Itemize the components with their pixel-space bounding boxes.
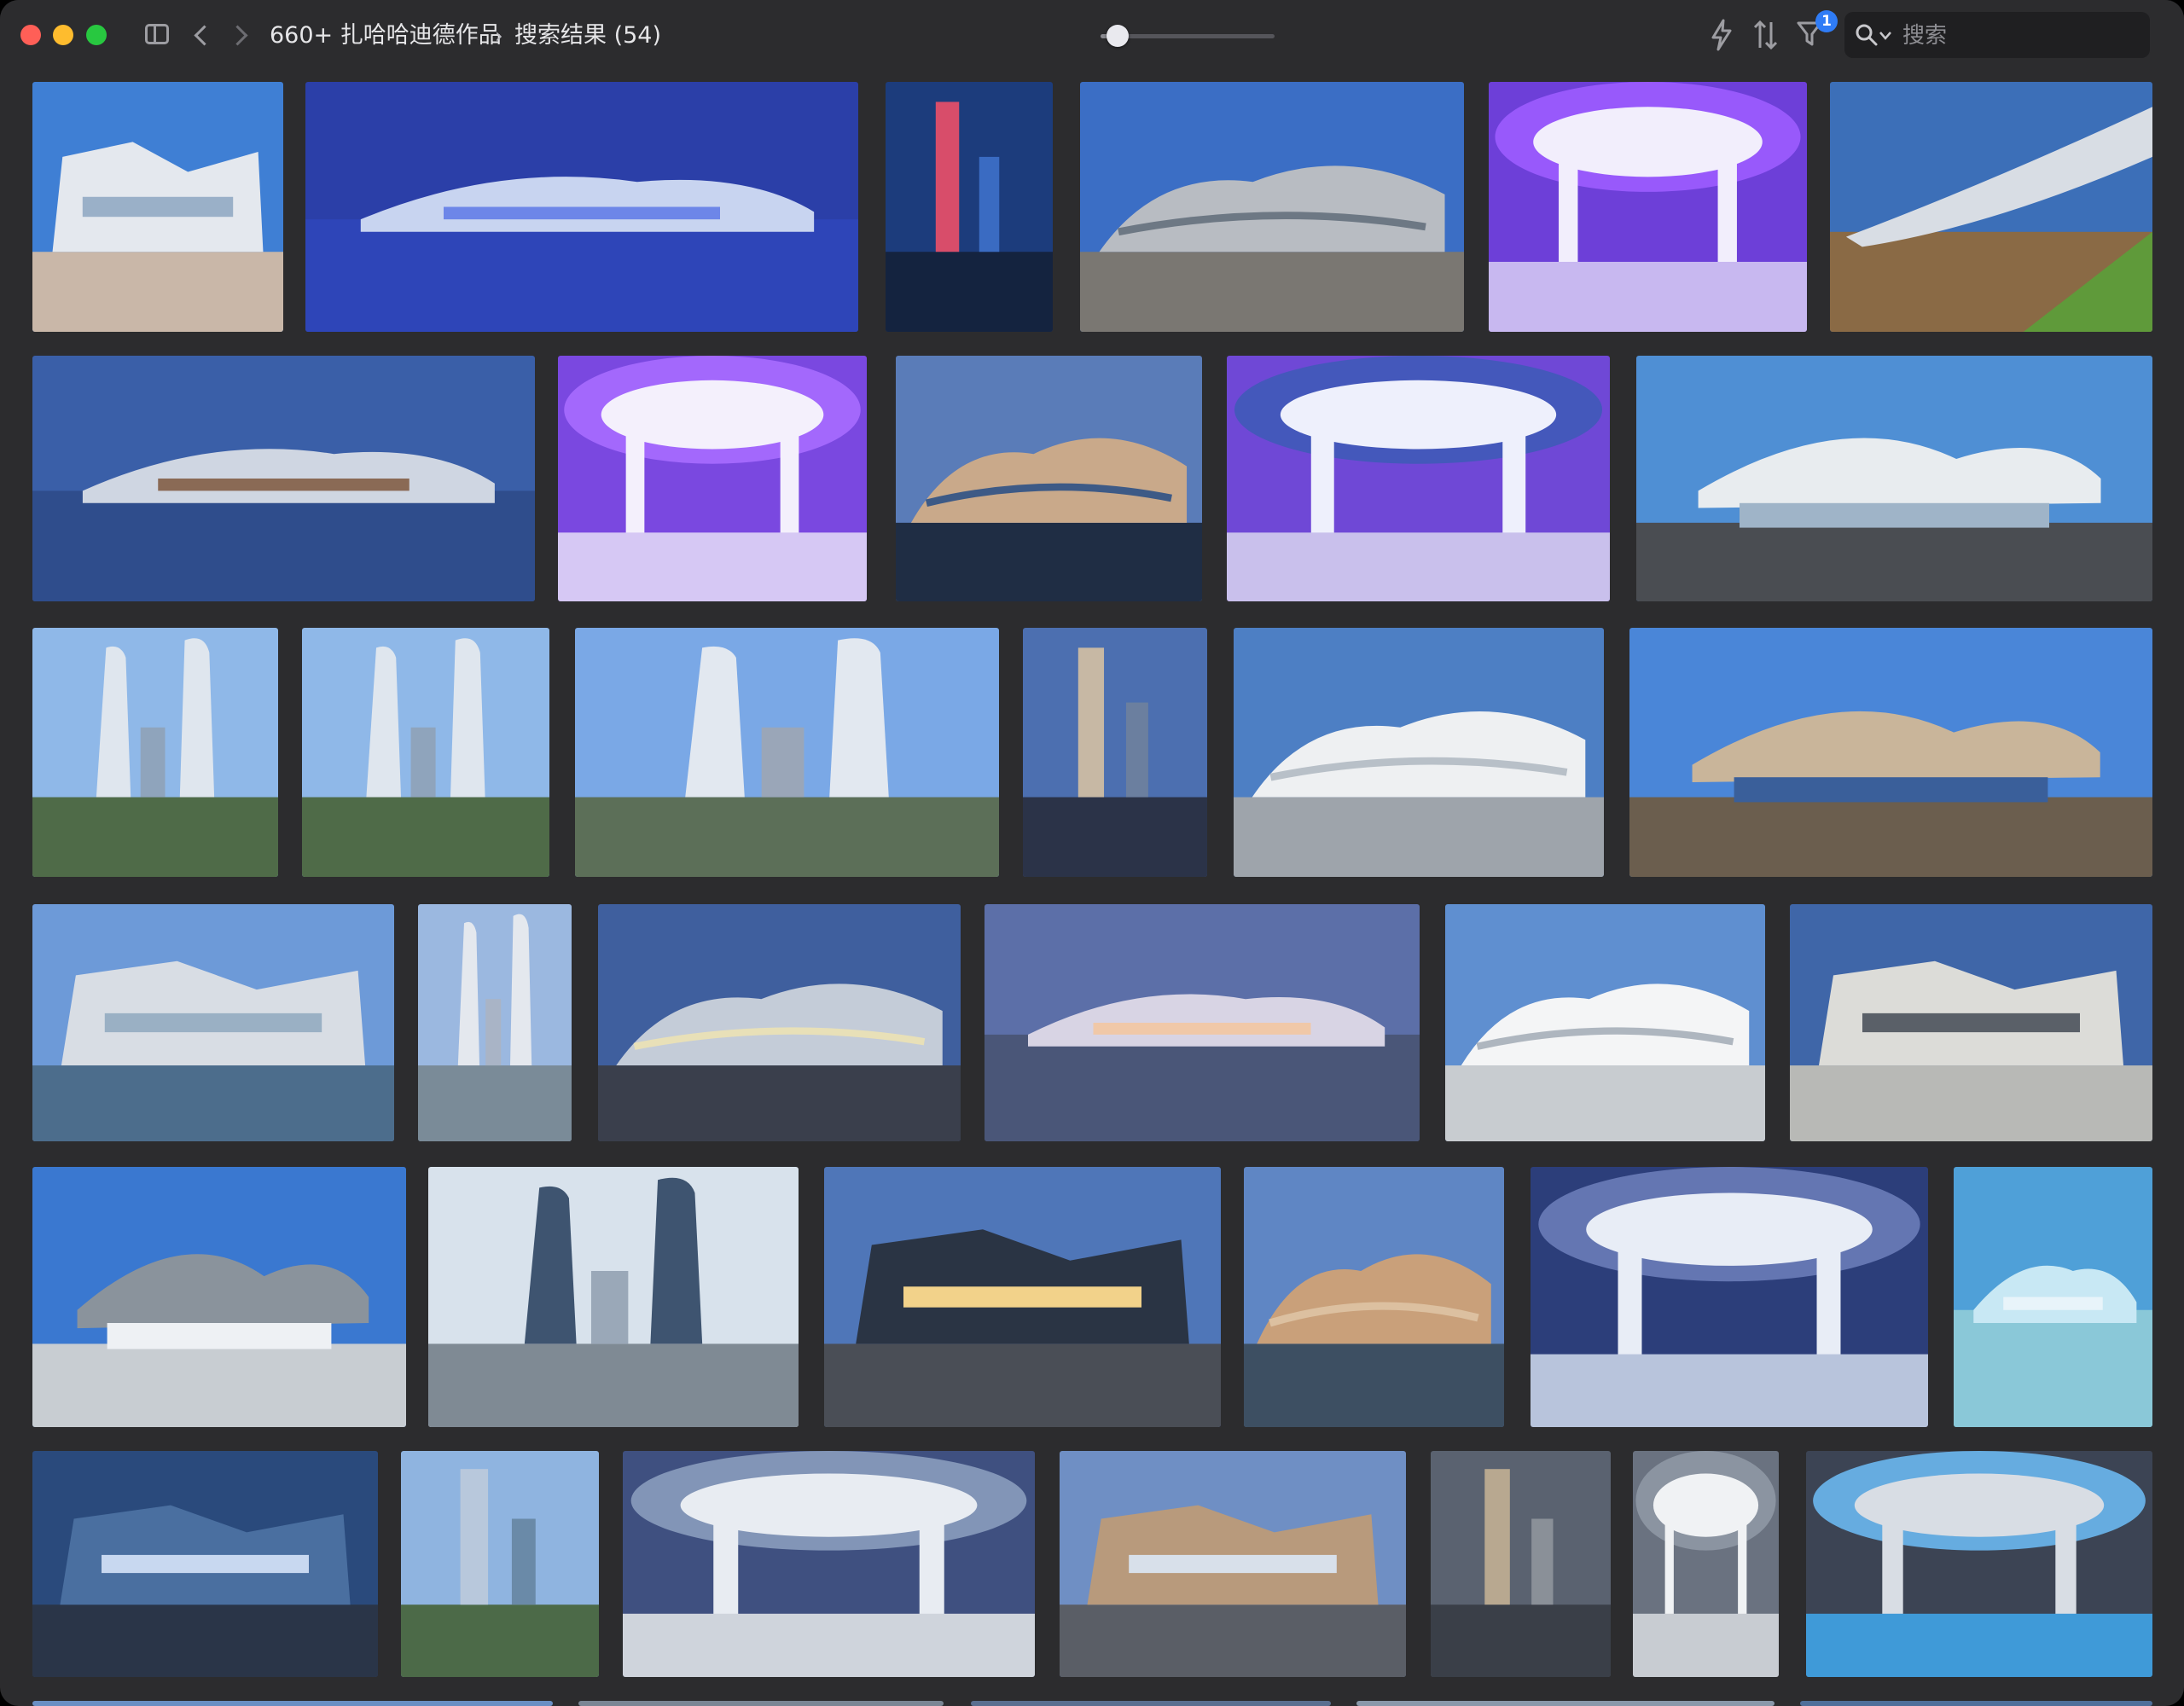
- thumbnail-glass-void-building[interactable]: [32, 1451, 378, 1677]
- chevron-down-icon[interactable]: [1879, 31, 1892, 41]
- thumbnail-twin-towers-park-b[interactable]: [302, 628, 549, 877]
- breadcrumb-search-results: 搜索结果 (54): [514, 22, 662, 49]
- thumbnail-night-snow-pavilion[interactable]: [305, 82, 858, 332]
- thumbnail-silver-museum-river[interactable]: [32, 904, 394, 1141]
- thumbnail-maxxi-museum[interactable]: [1790, 904, 2152, 1141]
- thumbnail-white-angular-building-day[interactable]: [32, 82, 283, 332]
- thumbnail-next-row[interactable]: [1800, 1701, 2152, 1706]
- thumbnail-port-house-antwerp[interactable]: [1060, 1451, 1406, 1677]
- thumbnail-white-blob-buildings[interactable]: [1445, 904, 1765, 1141]
- zoom-slider-thumb[interactable]: [1107, 25, 1130, 47]
- thumbnail-ski-jump-tower-night[interactable]: [886, 82, 1053, 332]
- search-input[interactable]: [1901, 19, 2143, 53]
- thumbnail-wave-building-blue-sky[interactable]: [1234, 628, 1604, 877]
- sort-icon[interactable]: [1752, 19, 1780, 51]
- thumbnail-twin-towers-wide[interactable]: [575, 628, 999, 877]
- thumbnail-ice-glass-facade[interactable]: [1954, 1167, 2152, 1427]
- thumbnail-next-row[interactable]: [578, 1701, 944, 1706]
- thumbnail-white-fluid-interior[interactable]: [1531, 1167, 1928, 1427]
- back-icon[interactable]: [194, 25, 215, 46]
- thumbnail-aquatics-pool-interior[interactable]: [1806, 1451, 2152, 1677]
- thumbnail-white-canopy-station[interactable]: [1636, 356, 2152, 601]
- forward-icon[interactable]: [227, 25, 248, 46]
- thumbnail-cantilever-library-dusk[interactable]: [824, 1167, 1221, 1427]
- thumbnail-aviation-gallery-purple[interactable]: [1227, 356, 1610, 601]
- title-bar: 660+ 扎哈哈迪德作品 › 搜索结果 (54) 1: [0, 0, 2184, 72]
- minimize-window-button[interactable]: [53, 25, 73, 45]
- breadcrumb-separator: ›: [495, 24, 503, 48]
- app-window: 660+ 扎哈哈迪德作品 › 搜索结果 (54) 1: [0, 0, 2184, 1706]
- thumbnail-bridge-pavilion-river[interactable]: [1830, 82, 2152, 332]
- thumbnail-next-row[interactable]: [971, 1701, 1331, 1706]
- thumbnail-curved-building-dusk-water[interactable]: [896, 356, 1202, 601]
- thumbnail-next-row[interactable]: [1356, 1701, 1774, 1706]
- search-icon: [1856, 24, 1878, 46]
- thumbnail-white-curved-hall[interactable]: [1633, 1451, 1779, 1677]
- thumbnail-purple-lit-interior[interactable]: [1489, 82, 1807, 332]
- close-window-button[interactable]: [20, 25, 41, 45]
- thumbnail-vaulted-station-interior[interactable]: [623, 1451, 1035, 1677]
- thumbnail-purple-gallery-columns[interactable]: [558, 356, 867, 601]
- lightning-icon[interactable]: [1710, 19, 1734, 51]
- thumbnail-titanium-museum-river[interactable]: [1244, 1167, 1504, 1427]
- thumbnail-glass-towers-trees[interactable]: [401, 1451, 599, 1677]
- thumbnail-aquatics-centre-waterfront[interactable]: [1629, 628, 2152, 877]
- breadcrumb-folder[interactable]: 660+ 扎哈哈迪德作品: [270, 19, 502, 53]
- thumbnail-science-center-dusk[interactable]: [32, 356, 535, 601]
- maximize-window-button[interactable]: [86, 25, 107, 45]
- thumbnail-aerial-flowing-complex[interactable]: [985, 904, 1420, 1141]
- thumbnail-layered-towers-mist[interactable]: [1431, 1451, 1611, 1677]
- thumbnail-tall-tower-dusk[interactable]: [1023, 628, 1207, 877]
- thumbnail-steel-concert-hall[interactable]: [1080, 82, 1464, 332]
- sidebar-toggle-icon[interactable]: [145, 24, 169, 44]
- thumbnail-next-row[interactable]: [32, 1701, 553, 1706]
- search-box[interactable]: [1844, 12, 2150, 58]
- thumbnail-twin-towers-park-a[interactable]: [32, 628, 278, 877]
- filter-count-badge: 1: [1815, 10, 1838, 32]
- thumbnail-twin-towers-tall[interactable]: [418, 904, 572, 1141]
- thumbnail-glass-twin-cube-towers[interactable]: [428, 1167, 799, 1427]
- thumbnail-stadium-plaza-day[interactable]: [32, 1167, 406, 1427]
- thumbnail-night-shopping-complex[interactable]: [598, 904, 961, 1141]
